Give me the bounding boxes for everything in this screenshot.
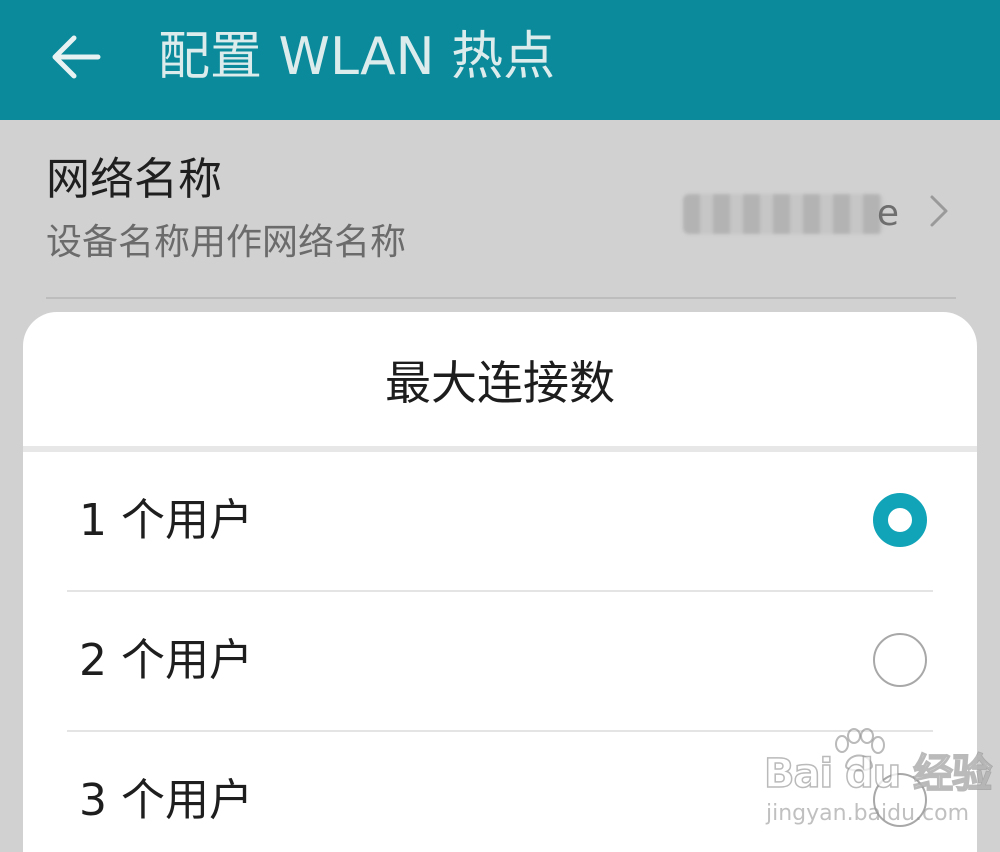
setting-title: 网络名称: [46, 154, 222, 205]
network-name-value-text: e: [876, 193, 899, 234]
chevron-right-icon: [926, 192, 952, 230]
radio-button[interactable]: [873, 633, 927, 687]
page-title: 配置 WLAN 热点: [158, 27, 556, 87]
radio-button[interactable]: [873, 773, 927, 827]
divider: [46, 297, 956, 299]
option-label: 3 个用户: [79, 775, 253, 826]
redacted-value: [683, 194, 883, 234]
max-connections-dialog: 最大连接数 1 个用户 2 个用户 3 个用户: [23, 312, 977, 852]
arrow-left-icon: [46, 26, 108, 88]
option-label: 2 个用户: [79, 635, 253, 686]
back-button[interactable]: [46, 26, 108, 88]
option-2-users[interactable]: 2 个用户: [23, 592, 977, 732]
setting-subtitle: 设备名称用作网络名称: [46, 222, 407, 263]
option-3-users[interactable]: 3 个用户: [23, 732, 977, 852]
network-name-value: e: [683, 186, 913, 242]
option-1-user[interactable]: 1 个用户: [23, 452, 977, 592]
app-bar: 配置 WLAN 热点: [0, 0, 1000, 120]
network-name-setting[interactable]: 网络名称 设备名称用作网络名称 e: [0, 120, 1000, 298]
option-label: 1 个用户: [79, 495, 253, 546]
dialog-title: 最大连接数: [385, 356, 615, 410]
radio-button-selected[interactable]: [873, 493, 927, 547]
